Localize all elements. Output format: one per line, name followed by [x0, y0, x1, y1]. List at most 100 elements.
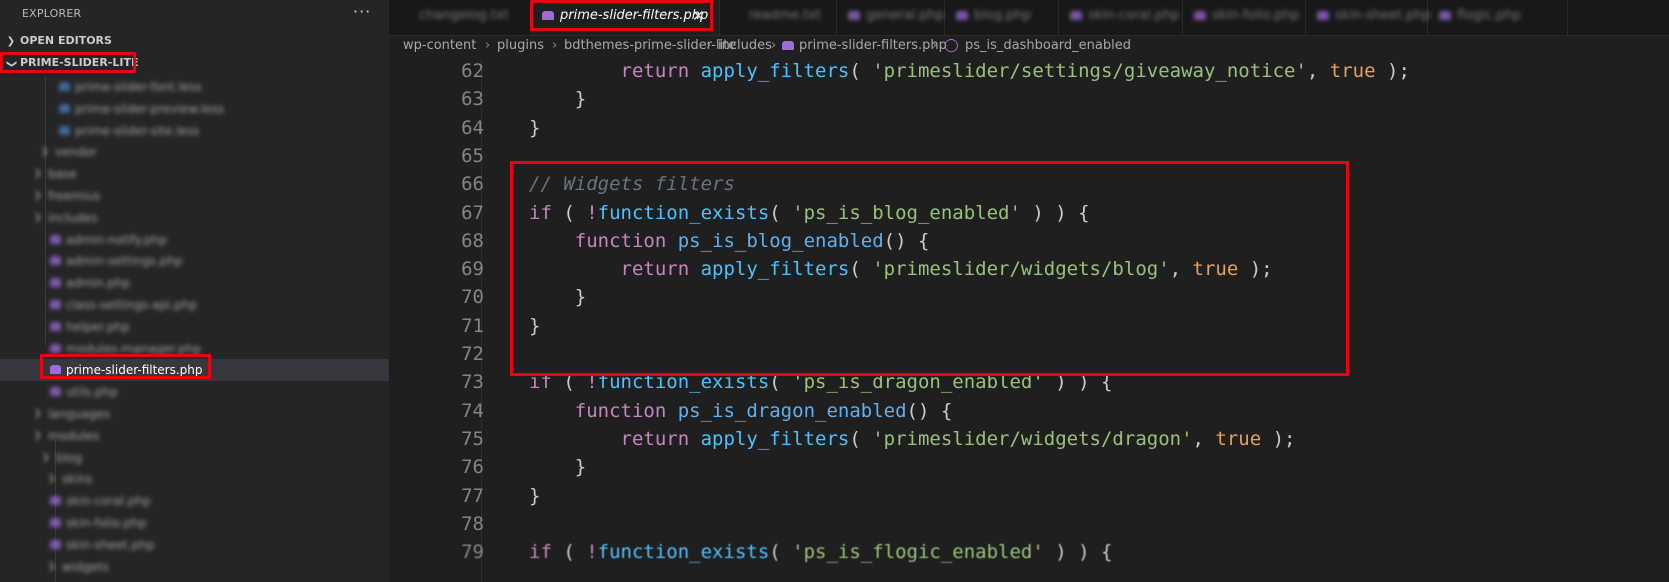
code-text: } — [529, 116, 541, 139]
tree-item[interactable]: ❯ vendor — [0, 141, 389, 163]
code-line: 64} — [389, 113, 1669, 143]
code-line: 77} — [389, 481, 1669, 511]
php-file-icon — [1194, 11, 1206, 20]
tree-item-label: freemius — [48, 189, 101, 203]
tree-item-label: prime-slider-preview.less — [75, 101, 224, 116]
breadcrumb-item[interactable]: includes — [718, 35, 772, 57]
editor-tab[interactable]: general.php — [836, 0, 945, 35]
tree-item[interactable]: admin.php — [0, 272, 389, 294]
tree-item[interactable]: prime-slider-site.less — [0, 120, 389, 142]
tree-item-label: prime-slider-font.less — [75, 80, 202, 94]
tree-item[interactable]: skin-sheet.php — [0, 534, 389, 556]
line-number: 72 — [461, 343, 484, 365]
line-number: 78 — [461, 512, 484, 535]
php-file-icon — [956, 11, 968, 20]
code-text: if ( !function_exists( 'ps_is_flogic_ena… — [529, 541, 1113, 564]
project-section[interactable]: ❯ PRIME-SLIDER-LITE — [0, 52, 389, 74]
tree-item[interactable]: admin-settings.php — [0, 250, 389, 272]
php-file-icon — [782, 41, 794, 50]
tree-item[interactable]: ❯ freemius — [0, 185, 389, 207]
code-text: if ( !function_exists( 'ps_is_blog_enabl… — [529, 201, 1090, 224]
tree-item[interactable]: ❯ includes — [0, 207, 389, 229]
editor-tab[interactable]: flogic.php — [1427, 0, 1568, 35]
editor-tab[interactable]: blog.php — [944, 0, 1059, 35]
explorer-title: EXPLORER — [22, 7, 82, 20]
php-file-icon — [50, 343, 61, 353]
method-symbol-icon: ◯ — [944, 38, 959, 53]
code-line: 63 } — [389, 84, 1669, 114]
line-number: 75 — [461, 427, 484, 450]
tree-item[interactable]: skin-coral.php — [0, 490, 389, 512]
tree-item-label: blog — [56, 450, 82, 465]
line-number: 67 — [461, 201, 484, 224]
close-icon[interactable]: ✕ — [692, 0, 705, 32]
editor-tab[interactable]: skin-coral.php — [1058, 0, 1183, 35]
line-number: 64 — [461, 116, 484, 139]
breadcrumb-item[interactable]: wp-content — [403, 35, 476, 57]
tree-item[interactable]: prime-slider-preview.less — [0, 98, 389, 120]
tab-label: readme.txt — [749, 8, 821, 23]
code-line: 70 } — [389, 282, 1669, 312]
code-text: } — [529, 88, 587, 111]
tree-item[interactable]: helper.php — [0, 316, 389, 338]
code-editor[interactable]: 62 return apply_filters( 'primeslider/se… — [389, 59, 1669, 582]
editor-tab[interactable]: skin-folio.php — [1182, 0, 1306, 35]
tree-item[interactable]: ❯ base — [0, 163, 389, 185]
tree-item[interactable]: utils.php — [0, 381, 389, 403]
less-file-icon — [59, 103, 70, 113]
line-number: 71 — [461, 314, 484, 337]
editor-tab[interactable]: readme.txt — [719, 0, 837, 35]
tree-item[interactable]: skin-folio.php — [0, 512, 389, 534]
code-line: 68 function ps_is_blog_enabled() { — [389, 226, 1669, 256]
tree-item-label: admin-settings.php — [66, 254, 183, 269]
tree-item-label: includes — [48, 210, 98, 225]
chevron-icon: ❯ — [48, 474, 56, 485]
chevron-icon: ❯ — [42, 452, 50, 463]
php-file-icon — [50, 539, 61, 549]
breadcrumb-item[interactable]: plugins — [497, 35, 544, 57]
explorer-sidebar: EXPLORER ··· ❯ OPEN EDITORS ❯ PRIME-SLIDER… — [0, 0, 389, 582]
chevron-icon: ❯ — [34, 212, 42, 223]
tab-prime-slider-filters[interactable]: prime-slider-filters.php ✕ — [530, 0, 720, 35]
breadcrumb-separator-icon: › — [706, 38, 712, 53]
breadcrumb-separator-icon: › — [771, 38, 777, 53]
code-text: // Widgets filters — [529, 173, 735, 196]
tree-item[interactable]: class-settings-api.php — [0, 294, 389, 316]
tree-item-label: skins — [62, 472, 93, 487]
breadcrumb-item[interactable]: ps_is_dashboard_enabled — [965, 35, 1131, 57]
tree-item[interactable]: ❯ languages — [0, 403, 389, 425]
line-number: 79 — [461, 541, 484, 564]
tree-item[interactable]: ❯ widgets — [0, 556, 389, 578]
editor-tab[interactable]: changelog.txt — [389, 0, 531, 35]
code-text: return apply_filters( 'primeslider/setti… — [620, 60, 1410, 82]
tree-item[interactable]: prime-slider-font.less — [0, 76, 389, 98]
breadcrumb: wp-content › plugins › bdthemes-prime-sl… — [389, 35, 1669, 59]
breadcrumb-separator-icon: › — [932, 38, 938, 53]
line-number: 68 — [461, 229, 484, 252]
tree-item-label: helper.php — [66, 319, 130, 334]
tree-item-label: prime-slider-site.less — [75, 123, 200, 138]
code-line: 71} — [389, 311, 1669, 341]
tree-item-prime-slider-filters[interactable]: prime-slider-filters.php — [0, 359, 389, 382]
code-line: 72 — [389, 339, 1669, 369]
php-file-icon — [50, 321, 61, 331]
tree-item[interactable]: ❯ modules — [0, 425, 389, 447]
chevron-icon: ❯ — [34, 430, 42, 441]
more-actions-icon[interactable]: ··· — [353, 2, 371, 21]
tree-item-label: admin.php — [66, 276, 131, 291]
chevron-icon: ❯ — [48, 561, 56, 572]
php-file-icon — [50, 234, 61, 244]
code-line: 76 } — [389, 452, 1669, 482]
code-text: if ( !function_exists( 'ps_is_dragon_ena… — [529, 371, 1113, 394]
tree-item[interactable]: ❯ blog — [0, 447, 389, 469]
code-line: 75 return apply_filters( 'primeslider/wi… — [389, 424, 1669, 454]
breadcrumb-item[interactable]: prime-slider-filters.php — [799, 35, 947, 57]
tree-item[interactable]: modules-manager.php — [0, 338, 389, 360]
code-line: 67 if ( !function_exists( 'ps_is_blog_ena… — [389, 198, 1669, 228]
tree-item[interactable]: admin-notify.php — [0, 229, 389, 251]
open-editors-section[interactable]: ❯ OPEN EDITORS — [0, 30, 389, 52]
tree-item[interactable]: ❯ skins — [0, 468, 389, 490]
tab-label: general.php — [866, 8, 945, 23]
code-text: } — [529, 456, 587, 479]
editor-tab[interactable]: skin-sheet.php — [1305, 0, 1431, 35]
